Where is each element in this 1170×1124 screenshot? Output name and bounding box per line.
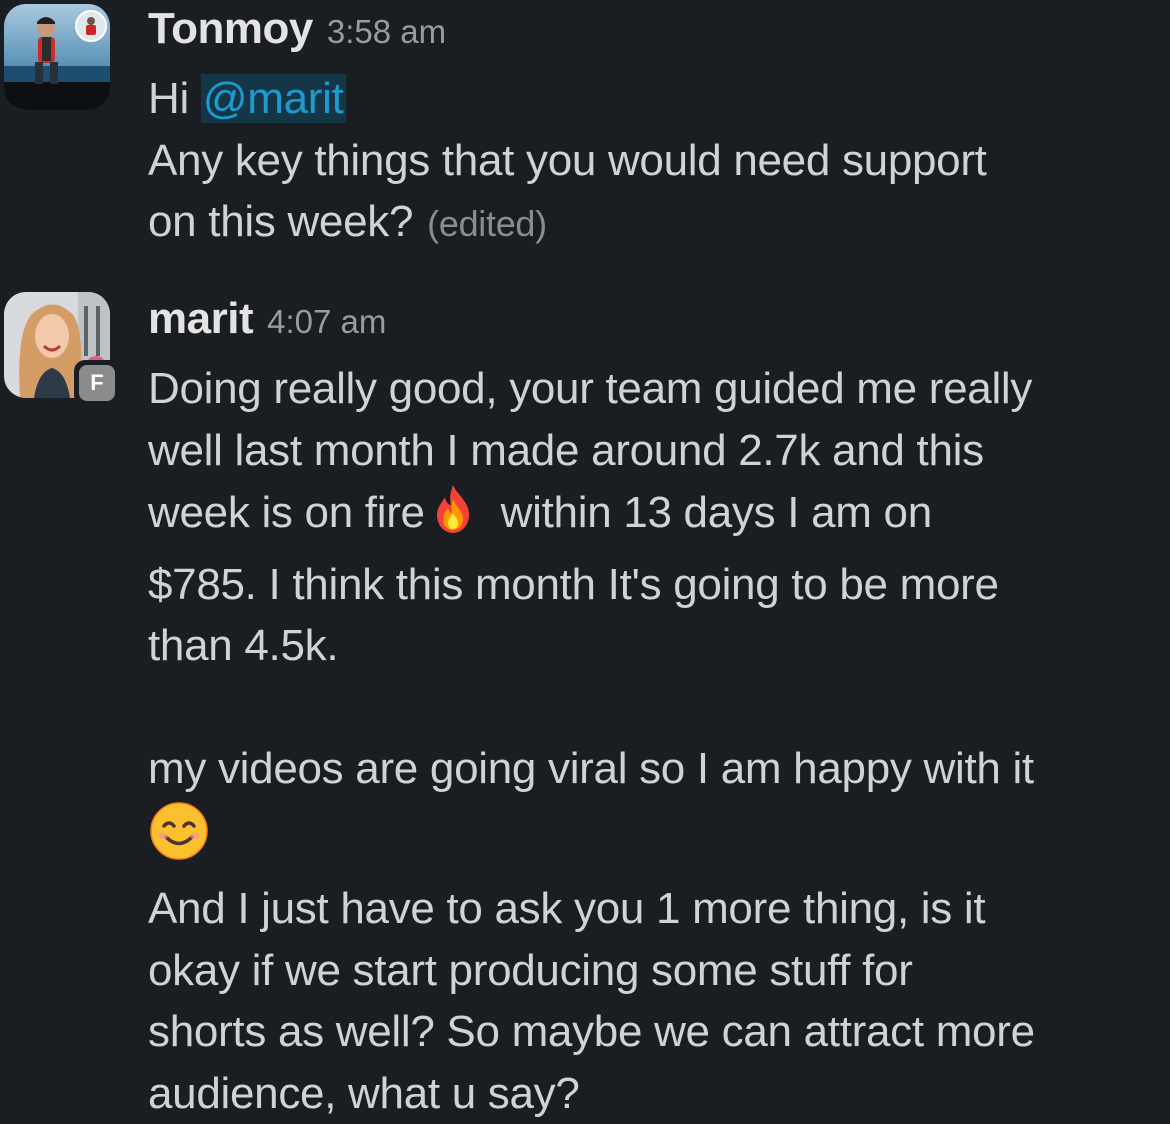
avatar-photo-tonmoy [4, 4, 110, 110]
badge-letter: F [79, 365, 115, 401]
message-body: Hi @marit Any key things that you would … [148, 68, 1170, 255]
message-body: Doing really good, your team guided me r… [148, 358, 1170, 1124]
message-line: audience, what u say? [148, 1063, 1170, 1124]
message-line: okay if we start producing some stuff fo… [148, 940, 1170, 1002]
fire-emoji-icon [425, 481, 481, 554]
greeting-text: Hi [148, 74, 189, 123]
message-line: week is on fire within 13 days I am on [148, 481, 1170, 554]
smiling-face-emoji-icon [148, 800, 210, 879]
message-line: $785. I think this month It's going to b… [148, 554, 1170, 616]
message-line: well last month I made around 2.7k and t… [148, 420, 1170, 482]
message-line-text: on this week? [148, 197, 413, 246]
message-line: And I just have to ask you 1 more thing,… [148, 878, 1170, 940]
message-line: Doing really good, your team guided me r… [148, 358, 1170, 420]
message-timestamp[interactable]: 4:07 am [267, 303, 386, 341]
user-mention[interactable]: @marit [201, 74, 346, 123]
edited-label: (edited) [427, 203, 547, 244]
message-line: shorts as well? So maybe we can attract … [148, 1001, 1170, 1063]
paragraph-spacer [148, 677, 1170, 739]
message-author[interactable]: Tonmoy [148, 4, 313, 54]
message-line [148, 800, 1170, 879]
message-line: on this week? (edited) [148, 191, 1170, 255]
message-line: my videos are going viral so I am happy … [148, 738, 1170, 800]
avatar-tonmoy[interactable] [4, 4, 110, 110]
message-line: than 4.5k. [148, 615, 1170, 677]
message-line-text: within 13 days I am on [501, 488, 932, 537]
external-badge: F [74, 360, 120, 406]
avatar-marit[interactable]: F [4, 292, 110, 398]
message-line: Any key things that you would need suppo… [148, 130, 1170, 192]
message-line-text: week is on fire [148, 488, 425, 537]
message-author[interactable]: marit [148, 294, 253, 344]
message-timestamp[interactable]: 3:58 am [327, 13, 446, 51]
message-line: Hi @marit [148, 68, 1170, 130]
